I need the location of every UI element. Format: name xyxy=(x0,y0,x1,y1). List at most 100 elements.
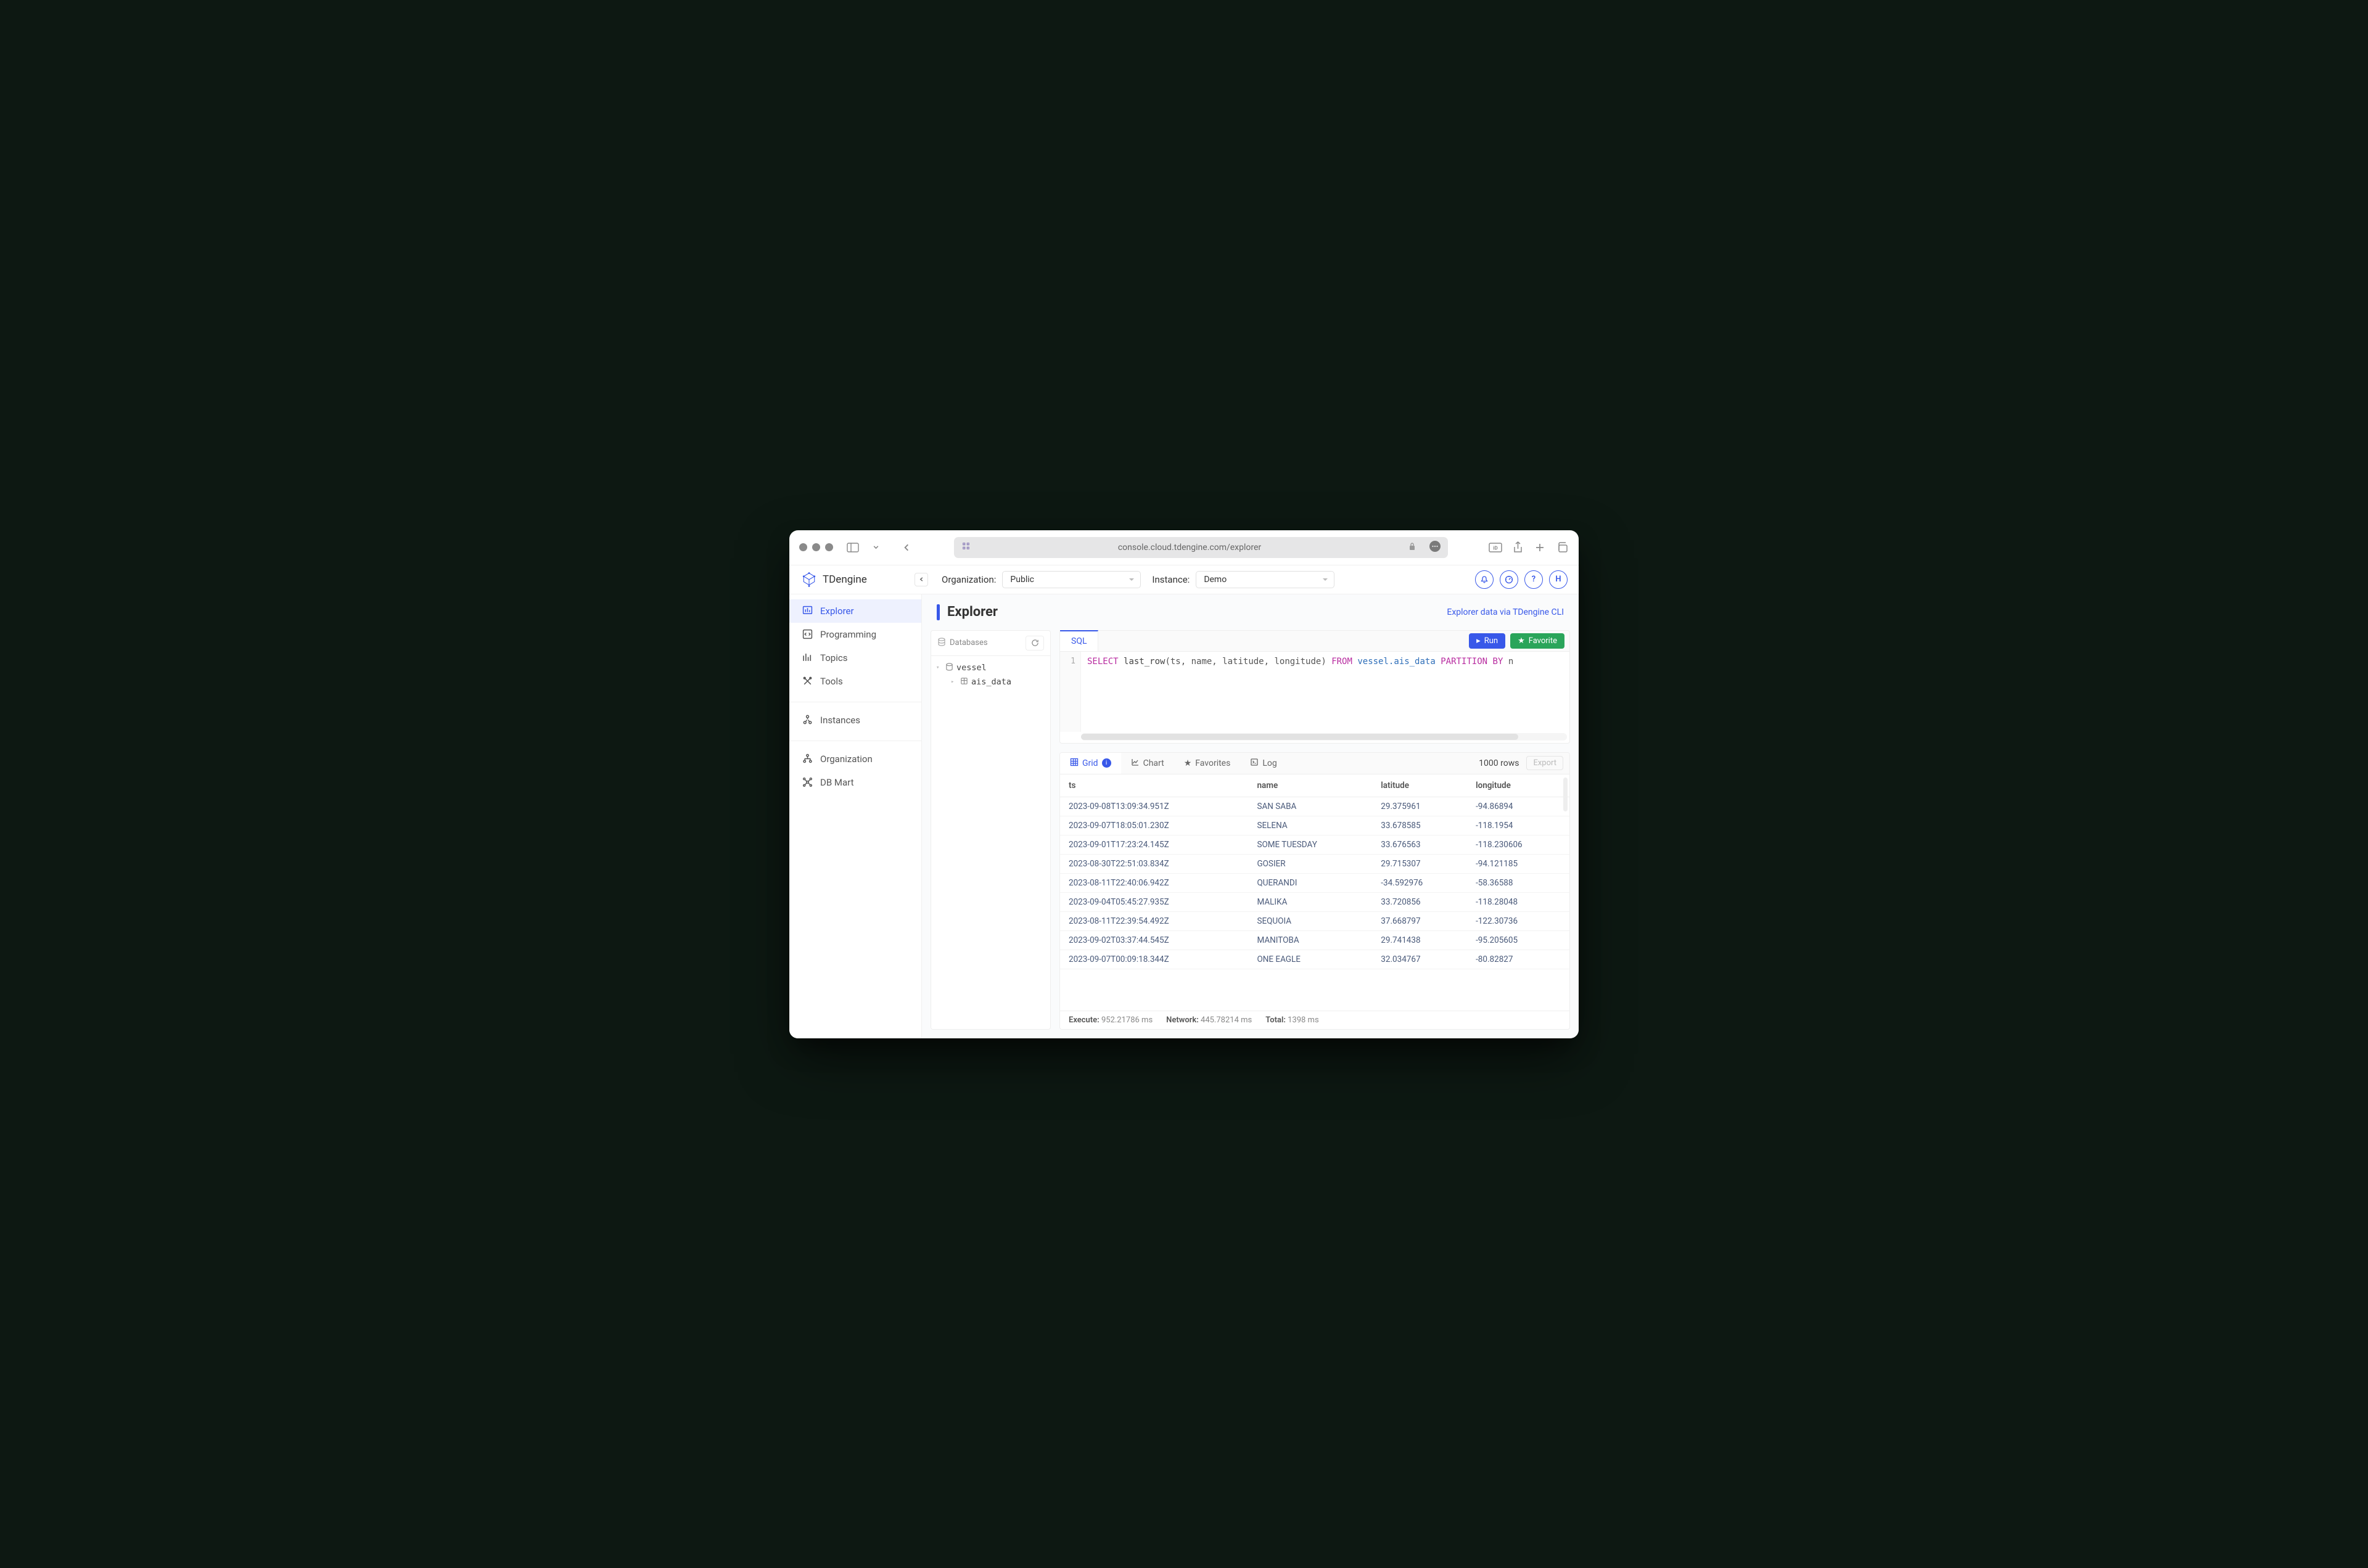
table-row[interactable]: 2023-09-07T18:05:01.230ZSELENA33.678585-… xyxy=(1060,816,1569,835)
col-longitude[interactable]: longitude xyxy=(1467,774,1569,797)
tree-table-label: ais_data xyxy=(971,677,1011,687)
sidebar-item-topics[interactable]: Topics xyxy=(789,646,921,670)
favorite-button[interactable]: ★Favorite xyxy=(1510,633,1564,649)
code-line[interactable]: SELECT last_row(ts, name, latitude, long… xyxy=(1081,652,1569,732)
bell-icon[interactable] xyxy=(1475,570,1494,589)
bars-icon xyxy=(802,652,813,663)
databases-header: Databases xyxy=(931,631,1050,656)
export-button[interactable]: Export xyxy=(1526,756,1563,770)
star-icon: ★ xyxy=(1518,636,1525,646)
results-panel: Grid i Chart ★ Favorites xyxy=(1059,752,1570,1030)
results-table-wrap[interactable]: tsnamelatitudelongitude 2023-09-08T13:09… xyxy=(1060,774,1569,1011)
table-row[interactable]: 2023-09-08T13:09:34.951ZSAN SABA29.37596… xyxy=(1060,797,1569,816)
sidebar-item-organization[interactable]: Organization xyxy=(789,747,921,771)
instance-value: Demo xyxy=(1204,575,1227,585)
tab-favorites[interactable]: ★ Favorites xyxy=(1174,753,1241,773)
sidebar-toggle-icon[interactable] xyxy=(843,541,863,554)
tabs-icon[interactable] xyxy=(1555,541,1569,554)
page-header: Explorer Explorer data via TDengine CLI xyxy=(922,604,1579,630)
instance-label: Instance: xyxy=(1152,574,1190,585)
h-scrollbar[interactable] xyxy=(1081,733,1567,741)
org-select[interactable]: Public xyxy=(1002,571,1141,588)
traffic-light-min[interactable] xyxy=(812,543,820,551)
table-row[interactable]: 2023-09-02T03:37:44.545ZMANITOBA29.74143… xyxy=(1060,930,1569,950)
results-table: tsnamelatitudelongitude 2023-09-08T13:09… xyxy=(1060,774,1569,969)
table-row[interactable]: 2023-09-01T17:23:24.145ZSOME TUESDAY33.6… xyxy=(1060,835,1569,854)
workspace-split: Databases ▾ vessel ▸ xyxy=(922,630,1579,1038)
chrome-actions: iD xyxy=(1489,541,1569,554)
traffic-light-max[interactable] xyxy=(825,543,833,551)
brand-name: TDengine xyxy=(823,573,867,586)
sidebar-item-label: Topics xyxy=(820,652,847,663)
wrench-icon xyxy=(802,676,813,686)
sidebar-item-explorer[interactable]: Explorer xyxy=(789,599,921,623)
back-button[interactable] xyxy=(902,542,913,553)
tree-table-node[interactable]: ▸ ais_data xyxy=(934,675,1048,689)
log-icon xyxy=(1250,758,1259,769)
databases-panel: Databases ▾ vessel ▸ xyxy=(931,630,1051,1030)
lock-icon xyxy=(1408,542,1416,553)
database-icon xyxy=(937,638,946,649)
play-icon: ▸ xyxy=(1476,636,1481,646)
org-icon xyxy=(802,753,813,764)
collapse-sidebar-button[interactable] xyxy=(915,573,928,586)
help-icon[interactable]: ? xyxy=(1524,570,1543,589)
sidebar-item-label: Programming xyxy=(820,629,876,640)
cli-link[interactable]: Explorer data via TDengine CLI xyxy=(1447,607,1564,617)
sidebar-item-tools[interactable]: Tools xyxy=(789,670,921,693)
refresh-button[interactable] xyxy=(1026,636,1044,651)
share-icon[interactable] xyxy=(1511,541,1524,554)
table-row[interactable]: 2023-08-11T22:40:06.942ZQUERANDI-34.5929… xyxy=(1060,873,1569,892)
sidebar-item-dbmart[interactable]: DB Mart xyxy=(789,771,921,794)
table-row[interactable]: 2023-09-07T00:09:18.344ZONE EAGLE32.0347… xyxy=(1060,950,1569,969)
browser-chrome: console.cloud.tdengine.com/explorer iD xyxy=(789,530,1579,565)
databases-label: Databases xyxy=(950,638,988,647)
table-row[interactable]: 2023-08-11T22:39:54.492ZSEQUOIA37.668797… xyxy=(1060,911,1569,930)
chevron-down-icon[interactable] xyxy=(873,542,884,553)
page-title: Explorer xyxy=(947,604,998,620)
traffic-light-close[interactable] xyxy=(799,543,807,551)
tab-grid[interactable]: Grid i xyxy=(1060,753,1121,774)
id-icon[interactable]: iD xyxy=(1489,541,1502,554)
editor-actions: ▸Run ★Favorite xyxy=(1469,633,1569,649)
col-latitude[interactable]: latitude xyxy=(1372,774,1467,797)
line-gutter: 1 xyxy=(1060,652,1081,732)
h-scroll-thumb[interactable] xyxy=(1081,734,1518,740)
table-row[interactable]: 2023-09-04T05:45:27.935ZMALIKA33.720856-… xyxy=(1060,892,1569,911)
new-tab-icon[interactable] xyxy=(1533,541,1547,554)
sidebar-item-label: Organization xyxy=(820,753,873,765)
sql-editor: SQL ▸Run ★Favorite 1 SELECT last_row(ts,… xyxy=(1059,630,1570,744)
results-right: 1000 rows Export xyxy=(1479,756,1569,770)
table-row[interactable]: 2023-08-30T22:51:03.834ZGOSIER29.715307-… xyxy=(1060,854,1569,873)
instance-select[interactable]: Demo xyxy=(1196,571,1334,588)
col-ts[interactable]: ts xyxy=(1060,774,1248,797)
header-icons: ? H xyxy=(1475,570,1568,589)
table-icon xyxy=(960,677,968,688)
user-avatar[interactable]: H xyxy=(1549,570,1568,589)
org-label: Organization: xyxy=(942,574,996,585)
grid-icon xyxy=(1070,758,1079,769)
sidebar-item-label: Tools xyxy=(820,676,843,687)
tab-log[interactable]: Log xyxy=(1240,753,1286,774)
page-accent-bar xyxy=(937,604,940,620)
sidebar-item-programming[interactable]: Programming xyxy=(789,623,921,646)
sidebar-item-instances[interactable]: Instances xyxy=(789,708,921,732)
chart-icon xyxy=(802,605,813,616)
brand-logo[interactable]: TDengine xyxy=(800,571,915,588)
v-scrollbar[interactable] xyxy=(1563,778,1568,811)
nodes-icon xyxy=(802,715,813,725)
instance-selector-group: Instance: Demo xyxy=(1152,571,1334,588)
code-area[interactable]: 1 SELECT last_row(ts, name, latitude, lo… xyxy=(1060,652,1569,732)
tab-chart[interactable]: Chart xyxy=(1121,753,1174,774)
dashboard-icon[interactable] xyxy=(1500,570,1518,589)
status-bar: Execute: 952.21786 ms Network: 445.78214… xyxy=(1060,1011,1569,1029)
url-bar[interactable]: console.cloud.tdengine.com/explorer xyxy=(954,537,1448,558)
more-icon[interactable] xyxy=(1429,541,1441,554)
tree-db-node[interactable]: ▾ vessel xyxy=(934,661,1048,675)
run-button[interactable]: ▸Run xyxy=(1469,633,1505,649)
chart-icon xyxy=(1131,758,1140,769)
table-body: 2023-09-08T13:09:34.951ZSAN SABA29.37596… xyxy=(1060,797,1569,969)
rows-count: 1000 rows xyxy=(1479,758,1519,768)
col-name[interactable]: name xyxy=(1248,774,1372,797)
tab-sql[interactable]: SQL xyxy=(1060,630,1098,651)
